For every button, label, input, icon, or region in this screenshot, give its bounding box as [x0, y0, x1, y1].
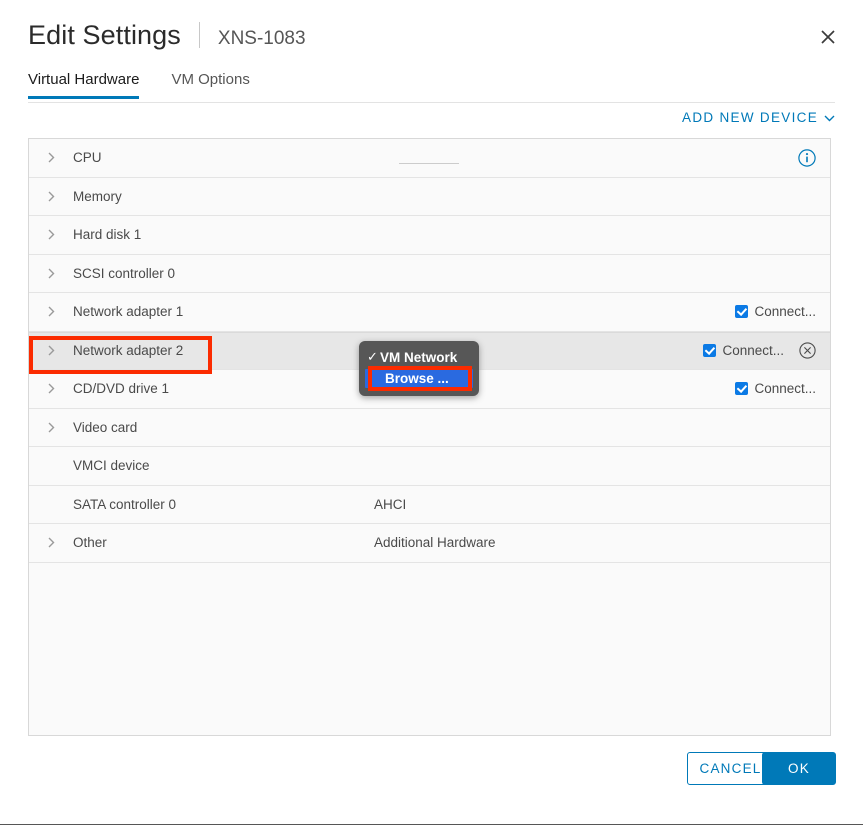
- connect-checkbox[interactable]: Connect...: [735, 381, 816, 396]
- device-label: Network adapter 2: [73, 343, 183, 358]
- device-label: Video card: [73, 420, 137, 435]
- device-row[interactable]: Video card: [29, 409, 830, 448]
- device-row[interactable]: Memory: [29, 178, 830, 217]
- device-value: AHCI: [374, 497, 406, 512]
- checkbox-checked-icon: [735, 305, 748, 318]
- dialog-footer: CANCEL OK: [0, 752, 863, 812]
- info-icon[interactable]: [797, 148, 816, 167]
- dropdown-item-browse[interactable]: Browse ...: [365, 369, 473, 388]
- close-icon[interactable]: [813, 22, 843, 52]
- connect-checkbox-label: Connect...: [722, 343, 784, 358]
- connect-checkbox-label: Connect...: [754, 381, 816, 396]
- expand-chevron-right-icon[interactable]: [44, 268, 58, 279]
- tab-virtual-hardware[interactable]: Virtual Hardware: [28, 71, 139, 99]
- dropdown-item-label: VM Network: [380, 350, 457, 365]
- checkbox-checked-icon: [703, 344, 716, 357]
- cpu-value-underline: [399, 163, 459, 164]
- title-divider: [199, 22, 200, 48]
- connect-checkbox-label: Connect...: [754, 304, 816, 319]
- device-row-controls: [797, 148, 816, 167]
- device-label: Memory: [73, 189, 122, 204]
- expand-chevron-right-icon[interactable]: [44, 383, 58, 394]
- tab-bar: Virtual Hardware VM Options: [28, 70, 835, 103]
- device-row[interactable]: VMCI device: [29, 447, 830, 486]
- checkbox-checked-icon: [735, 382, 748, 395]
- device-label: SATA controller 0: [73, 497, 176, 512]
- device-row[interactable]: Hard disk 1: [29, 216, 830, 255]
- expand-chevron-right-icon[interactable]: [44, 229, 58, 240]
- dropdown-item-label: Browse ...: [385, 371, 449, 386]
- device-label: VMCI device: [73, 458, 150, 473]
- device-label: SCSI controller 0: [73, 266, 175, 281]
- cancel-button[interactable]: CANCEL: [687, 752, 774, 785]
- device-value: Additional Hardware: [374, 535, 496, 550]
- add-new-device-button[interactable]: ADD NEW DEVICE: [682, 110, 835, 125]
- expand-chevron-right-icon[interactable]: [44, 191, 58, 202]
- device-label: Other: [73, 535, 107, 550]
- vm-name: XNS-1083: [218, 28, 306, 50]
- chevron-down-icon: [824, 110, 835, 125]
- expand-chevron-right-icon[interactable]: [44, 306, 58, 317]
- device-label: Network adapter 1: [73, 304, 183, 319]
- ok-button[interactable]: OK: [762, 752, 836, 785]
- device-row-controls: Connect...: [703, 342, 816, 360]
- device-row-controls: Connect...: [735, 304, 816, 319]
- dropdown-item-vm-network[interactable]: ✓ VM Network: [359, 347, 479, 367]
- device-row[interactable]: Other Additional Hardware: [29, 524, 830, 563]
- expand-chevron-right-icon[interactable]: [44, 152, 58, 163]
- expand-chevron-right-icon[interactable]: [44, 422, 58, 433]
- device-label: CD/DVD drive 1: [73, 381, 169, 396]
- device-label: CPU: [73, 150, 102, 165]
- device-row[interactable]: SATA controller 0 AHCI: [29, 486, 830, 525]
- expand-chevron-right-icon[interactable]: [44, 345, 58, 356]
- expand-chevron-right-icon[interactable]: [44, 537, 58, 548]
- check-icon: ✓: [367, 349, 380, 365]
- dialog-header: Edit Settings XNS-1083: [0, 0, 863, 68]
- connect-checkbox[interactable]: Connect...: [703, 343, 784, 358]
- edit-settings-dialog: Edit Settings XNS-1083 Virtual Hardware …: [0, 0, 863, 825]
- connect-checkbox[interactable]: Connect...: [735, 304, 816, 319]
- device-row[interactable]: SCSI controller 0: [29, 255, 830, 294]
- remove-device-icon[interactable]: [798, 342, 816, 360]
- network-selection-dropdown: ✓ VM Network Browse ...: [359, 341, 479, 396]
- device-row-controls: Connect...: [735, 381, 816, 396]
- device-label: Hard disk 1: [73, 227, 141, 242]
- page-title: Edit Settings: [28, 20, 181, 51]
- tab-vm-options[interactable]: VM Options: [171, 71, 249, 99]
- title-area: Edit Settings XNS-1083: [28, 18, 306, 51]
- device-row[interactable]: Network adapter 1 Connect...: [29, 293, 830, 332]
- virtual-hardware-device-list: CPU Memory Hard disk 1 SCSI controller 0 Net…: [28, 138, 831, 736]
- device-row[interactable]: CPU: [29, 139, 830, 178]
- add-new-device-label: ADD NEW DEVICE: [682, 110, 818, 125]
